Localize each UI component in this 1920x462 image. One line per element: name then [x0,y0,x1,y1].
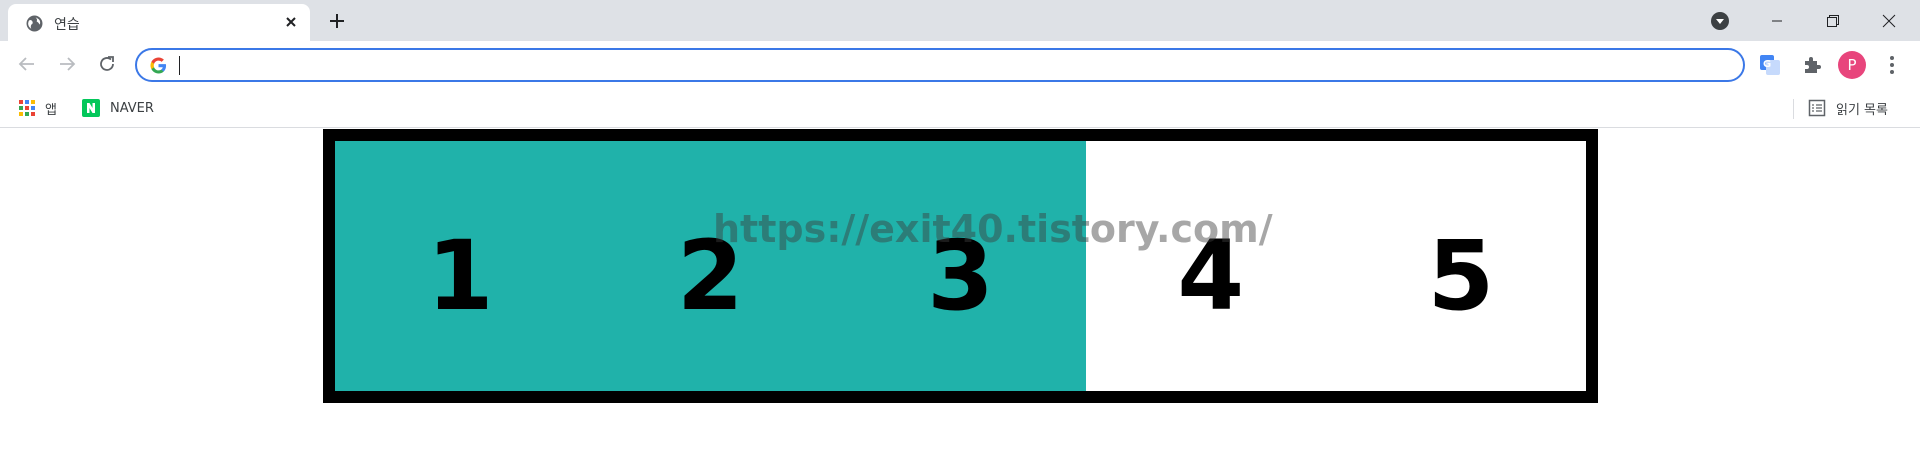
svg-text:G: G [1763,59,1771,70]
more-vert-icon [1890,56,1894,74]
number-cell: 4 [1086,141,1336,391]
tab-search-icon[interactable] [1710,11,1730,31]
new-tab-icon[interactable] [325,9,349,33]
number-cell: 2 [585,141,835,391]
extensions-button[interactable] [1800,53,1824,77]
reload-icon [100,56,114,71]
address-input[interactable] [177,53,1727,77]
bookmark-apps-label: 앱 [45,102,57,118]
profile-avatar[interactable]: P [1838,51,1866,79]
minimize-icon [1772,20,1782,21]
globe-icon [26,15,43,32]
number-cell: 1 [335,141,585,391]
puzzle-icon [1805,57,1821,73]
minimize-button[interactable] [1754,0,1800,41]
back-arrow-icon [18,57,34,71]
bookmark-naver[interactable]: NAVER [82,97,154,119]
close-icon [1882,14,1896,27]
bookmark-apps[interactable]: 앱 [19,97,57,119]
browser-toolbar: G P [0,41,1920,89]
forward-button[interactable] [52,49,82,79]
active-tab[interactable]: 연습 [8,4,310,41]
reload-button[interactable] [92,49,122,79]
address-bar[interactable] [135,48,1745,82]
menu-button[interactable] [1880,53,1904,77]
text-caret [179,56,180,75]
number-label: 5 [1427,220,1495,332]
tab-title: 연습 [54,17,80,33]
page-content: 1 2 3 4 5 https://exit40.tistory.com/ [0,129,1920,462]
back-button[interactable] [12,49,42,79]
close-tab-icon[interactable] [282,13,300,31]
reading-list-button[interactable]: 읽기 목록 [1808,97,1888,119]
bookmarks-bar: 앱 NAVER 읽기 목록 [0,89,1920,128]
tab-strip: 연습 [0,0,1920,41]
restore-icon [1827,14,1839,27]
translate-button[interactable]: G [1758,53,1782,77]
number-cell: 5 [1336,141,1586,391]
close-window-button[interactable] [1866,0,1912,41]
number-bar-container: 1 2 3 4 5 [323,129,1598,403]
naver-icon [82,99,100,117]
number-label: 1 [426,220,494,332]
bookmarks-divider [1793,99,1794,119]
number-cell: 3 [835,141,1085,391]
apps-grid-icon [19,100,35,116]
watermark-text: https://exit40.tistory.com/ [713,207,1273,251]
reading-list-label: 읽기 목록 [1836,102,1888,118]
bookmark-naver-label: NAVER [110,100,154,116]
translate-icon: G [1760,55,1780,75]
restore-button[interactable] [1810,0,1856,41]
forward-arrow-icon [60,57,76,71]
google-icon [150,57,167,74]
reading-list-icon [1808,99,1826,117]
